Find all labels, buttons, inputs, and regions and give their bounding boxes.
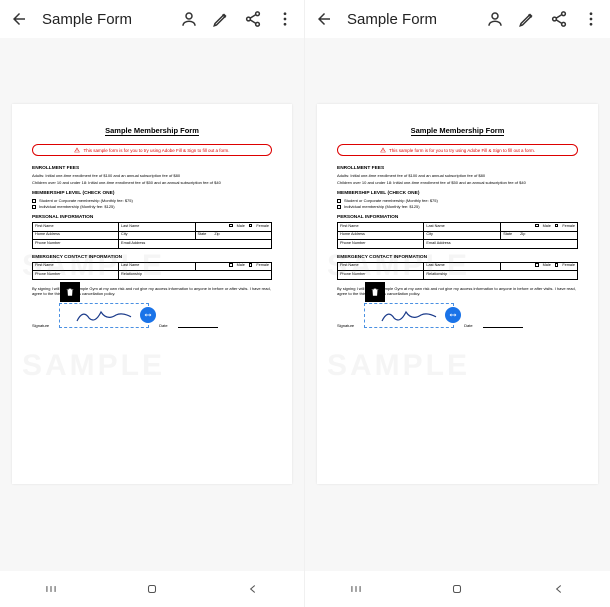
fees-line: Adults: Initial one-time enrollment fee …: [337, 173, 578, 179]
date-line[interactable]: [178, 327, 218, 328]
resize-handle[interactable]: [140, 307, 156, 323]
checkbox-icon[interactable]: [32, 205, 36, 209]
checkbox-icon[interactable]: [337, 199, 341, 203]
delete-button[interactable]: [60, 282, 80, 302]
personal-heading: PERSONAL INFORMATION: [32, 215, 272, 220]
profile-icon[interactable]: [486, 10, 504, 28]
personal-table: First NameLast NameMaleFemale Home Addre…: [32, 222, 272, 249]
emergency-heading: EMERGENCY CONTACT INFORMATION: [32, 255, 272, 260]
date-label: Date: [159, 323, 167, 328]
toolbar: Sample Form: [305, 0, 610, 38]
profile-icon[interactable]: [180, 10, 198, 28]
doc-title: Sample Membership Form: [105, 126, 199, 136]
home-icon[interactable]: [449, 581, 465, 597]
fees-heading: ENROLLMENT FEES: [337, 166, 578, 171]
emergency-heading: EMERGENCY CONTACT INFORMATION: [337, 255, 578, 260]
recents-icon[interactable]: [43, 581, 59, 597]
checkbox-icon[interactable]: [249, 263, 253, 267]
pen-icon[interactable]: [518, 10, 536, 28]
home-icon[interactable]: [144, 581, 160, 597]
android-navbar: [305, 571, 610, 607]
date-label: Date: [464, 323, 472, 328]
page-title: Sample Form: [347, 11, 472, 28]
watermark: SAMPLE: [22, 349, 165, 383]
resize-handle[interactable]: [445, 307, 461, 323]
share-icon[interactable]: [550, 10, 568, 28]
checkbox-icon[interactable]: [229, 224, 233, 228]
signature-box[interactable]: [59, 303, 149, 328]
more-icon[interactable]: [276, 10, 294, 28]
back-nav-icon[interactable]: [245, 581, 261, 597]
fees-line: Children over 10 and under 18: Initial o…: [32, 180, 272, 186]
document: SAMPLE SAMPLE Sample Membership Form Thi…: [317, 104, 598, 484]
back-icon[interactable]: [315, 10, 333, 28]
share-icon[interactable]: [244, 10, 262, 28]
level-heading: MEMBERSHIP LEVEL (CHECK ONE): [32, 191, 272, 196]
checkbox-icon[interactable]: [32, 199, 36, 203]
date-line[interactable]: [483, 327, 523, 328]
level-option[interactable]: Individual membership (Monthly fee: $125…: [32, 204, 272, 209]
checkbox-icon[interactable]: [555, 263, 559, 267]
checkbox-icon[interactable]: [337, 205, 341, 209]
warning-box: This sample form is for you to try using…: [32, 144, 272, 156]
level-option[interactable]: Individual membership (Monthly fee: $125…: [337, 204, 578, 209]
warning-text: This sample form is for you to try using…: [389, 148, 535, 153]
recents-icon[interactable]: [348, 581, 364, 597]
watermark: SAMPLE: [327, 349, 470, 383]
emergency-table: First NameLast NameMaleFemale Phone Numb…: [337, 262, 578, 280]
checkbox-icon[interactable]: [555, 224, 559, 228]
doc-title: Sample Membership Form: [411, 126, 505, 136]
pen-icon[interactable]: [212, 10, 230, 28]
warning-text: This sample form is for you to try using…: [83, 148, 229, 153]
level-heading: MEMBERSHIP LEVEL (CHECK ONE): [337, 191, 578, 196]
page-title: Sample Form: [42, 11, 166, 28]
signature-label: Signature: [337, 323, 354, 328]
document: SAMPLE SAMPLE Sample Membership Form Thi…: [12, 104, 292, 484]
level-option[interactable]: Student or Corporate membership (Monthly…: [337, 198, 578, 203]
signature-label: Signature: [32, 323, 49, 328]
checkbox-icon[interactable]: [535, 224, 539, 228]
personal-table: First NameLast NameMaleFemale Home Addre…: [337, 222, 578, 249]
personal-heading: PERSONAL INFORMATION: [337, 215, 578, 220]
checkbox-icon[interactable]: [535, 263, 539, 267]
fees-heading: ENROLLMENT FEES: [32, 166, 272, 171]
signature-glyph: [379, 305, 439, 325]
fees-line: Children over 10 and under 18: Initial o…: [337, 180, 578, 186]
back-nav-icon[interactable]: [551, 581, 567, 597]
signature-box[interactable]: [364, 303, 454, 328]
toolbar: Sample Form: [0, 0, 304, 38]
level-option[interactable]: Student or Corporate membership (Monthly…: [32, 198, 272, 203]
checkbox-icon[interactable]: [249, 224, 253, 228]
fees-line: Adults: Initial one-time enrollment fee …: [32, 173, 272, 179]
delete-button[interactable]: [365, 282, 385, 302]
checkbox-icon[interactable]: [229, 263, 233, 267]
more-icon[interactable]: [582, 10, 600, 28]
back-icon[interactable]: [10, 10, 28, 28]
signature-glyph: [74, 305, 134, 325]
android-navbar: [0, 571, 304, 607]
emergency-table: First NameLast NameMaleFemale Phone Numb…: [32, 262, 272, 280]
warning-box: This sample form is for you to try using…: [337, 144, 578, 156]
